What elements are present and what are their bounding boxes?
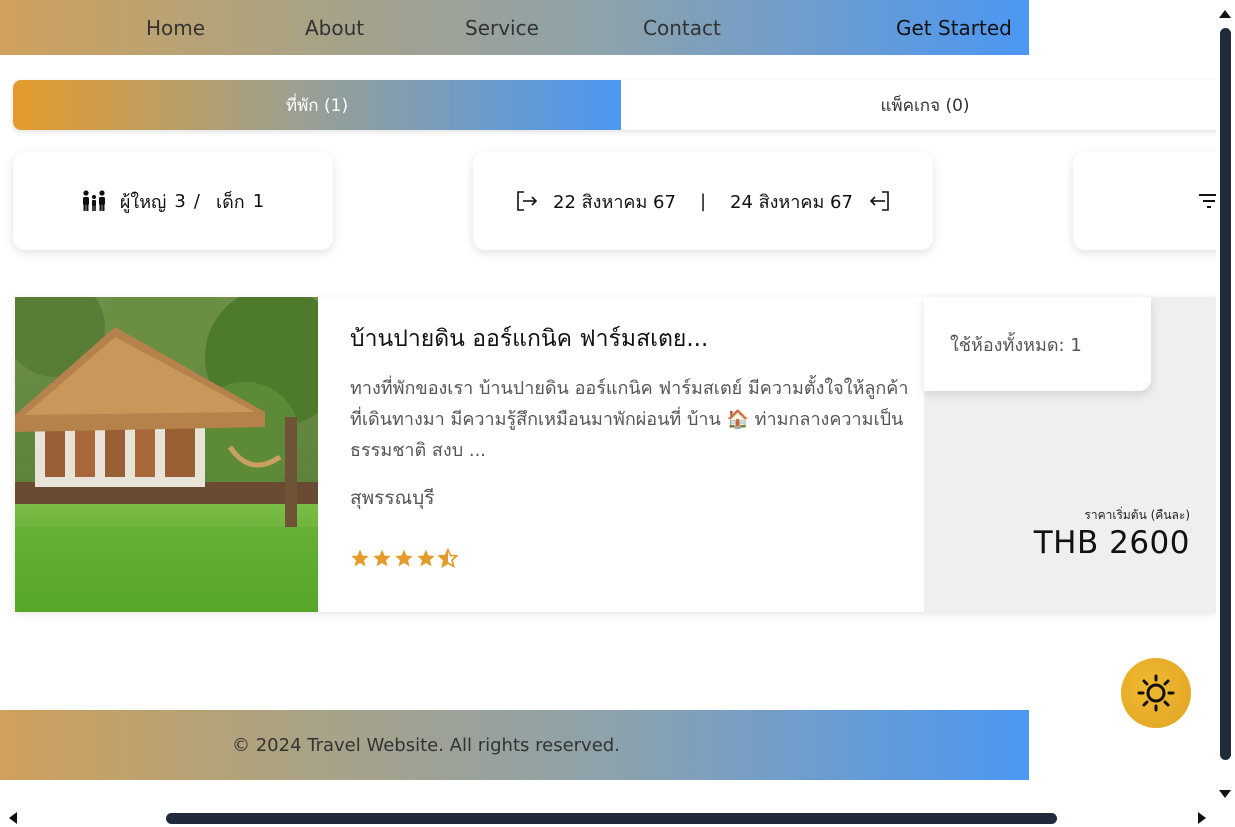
scroll-left-arrow-icon[interactable] [9, 812, 17, 824]
price-label: ราคาเริ่มต้น (คืนละ) [1084, 508, 1190, 522]
adults-label: ผู้ใหญ่ [119, 191, 167, 213]
horizontal-scrollbar[interactable] [0, 808, 1216, 827]
nav-contact[interactable]: Contact [643, 16, 721, 40]
accommodation-location: สุพรรณบุรี [350, 487, 435, 509]
children-count: 1 [252, 190, 265, 212]
accommodation-info: บ้านปายดิน ออร์แกนิค ฟาร์มสเตย... ทางที่… [318, 297, 924, 612]
adults-count: 3 [174, 190, 186, 212]
date-selector[interactable]: 22 สิงหาคม 67 | 24 สิงหาคม 67 [473, 152, 933, 250]
accommodation-photo [15, 297, 318, 612]
copyright-text: © 2024 Travel Website. All rights reserv… [232, 735, 620, 756]
top-navbar: Home About Service Contact Get Started [0, 0, 1029, 55]
footer: © 2024 Travel Website. All rights reserv… [0, 710, 1029, 780]
date-divider: | [699, 190, 707, 212]
star-icon [417, 549, 435, 567]
nav-home[interactable]: Home [146, 16, 205, 40]
half-star-icon [438, 548, 458, 568]
guest-selector[interactable]: ผู้ใหญ่ 3 / เด็ก 1 [13, 152, 333, 250]
children-label: เด็ก [215, 191, 245, 213]
sort-filter-button[interactable] [1073, 152, 1216, 250]
family-icon [82, 190, 106, 212]
checkout-date: 24 สิงหาคม 67 [730, 191, 853, 213]
accommodation-card[interactable]: บ้านปายดิน ออร์แกนิค ฟาร์มสเตย... ทางที่… [15, 297, 1216, 612]
get-started-button[interactable]: Get Started [896, 16, 1012, 40]
pricing-panel: ใช้ห้องทั้งหมด: 1 ราคาเริ่มต้น (คืนละ) T… [924, 297, 1216, 612]
vertical-scroll-thumb[interactable] [1220, 28, 1231, 760]
star-icon [395, 549, 413, 567]
result-tabs: ที่พัก (1) แพ็คเกจ (0) [13, 80, 1216, 130]
horizontal-scroll-thumb[interactable] [166, 813, 1057, 824]
star-icon [373, 549, 391, 567]
tab-package[interactable]: แพ็คเกจ (0) [621, 80, 1216, 130]
star-icon [351, 549, 369, 567]
guest-separator: / [193, 190, 200, 212]
checkin-date: 22 สิงหาคม 67 [553, 191, 676, 213]
accommodation-description: ทางที่พักของเรา บ้านปายดิน ออร์แกนิค ฟาร… [350, 378, 909, 461]
filter-lines-icon [1198, 192, 1216, 210]
scroll-up-arrow-icon[interactable] [1219, 10, 1231, 18]
sun-icon [1136, 673, 1176, 713]
tab-accommodation[interactable]: ที่พัก (1) [13, 80, 621, 130]
nav-about[interactable]: About [305, 16, 364, 40]
logout-arrow-icon [867, 189, 891, 213]
scroll-right-arrow-icon[interactable] [1198, 812, 1206, 824]
theme-toggle-button[interactable] [1121, 658, 1191, 728]
vertical-scrollbar[interactable] [1216, 0, 1235, 808]
login-arrow-icon [515, 189, 539, 213]
page-viewport: Home About Service Contact Get Started ท… [0, 0, 1216, 808]
scroll-down-arrow-icon[interactable] [1219, 790, 1231, 798]
price-value: THB 2600 [1033, 525, 1190, 561]
nav-service[interactable]: Service [465, 16, 539, 40]
rating-stars [350, 548, 458, 568]
rooms-used: ใช้ห้องทั้งหมด: 1 [924, 297, 1151, 391]
accommodation-name[interactable]: บ้านปายดิน ออร์แกนิค ฟาร์มสเตย... [350, 321, 708, 357]
